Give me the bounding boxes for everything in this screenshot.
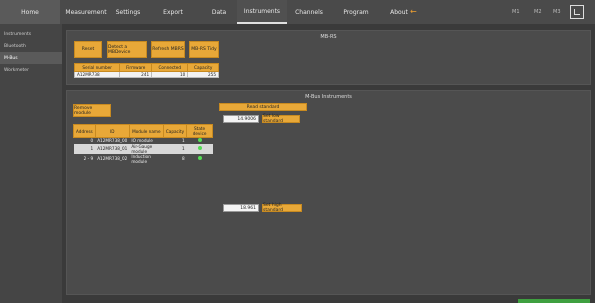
table-row[interactable]: A12MR738 241 10 255 [73, 71, 219, 78]
cell-id: A12MR738_01 [95, 143, 130, 154]
set-low-standard-button[interactable]: Set low standard [262, 114, 300, 124]
tab-settings[interactable]: Settings [110, 0, 146, 24]
low-standard-value: 14.9006 [223, 115, 259, 123]
tab-data[interactable]: Data [205, 0, 233, 24]
col-serial-number: Serial number [73, 63, 121, 72]
col-module-name: Module name [128, 124, 164, 138]
tab-instruments[interactable]: Instruments [237, 0, 287, 24]
state-indicator [186, 153, 213, 164]
col-firmware: Firmware [119, 63, 153, 72]
cell-firmware: 241 [119, 71, 153, 78]
tab-channels[interactable]: Channels [290, 0, 328, 24]
read-standard-button[interactable]: Read standard [219, 103, 307, 111]
remove-module-button[interactable]: Remove module [73, 104, 111, 117]
detect-mbdevice-button[interactable]: Detect a MBDevice [107, 41, 147, 58]
tab-export[interactable]: Export [158, 0, 188, 24]
col-capacity: Capacity [187, 63, 219, 72]
col-state-device: State device [186, 124, 213, 138]
status-dot-icon [197, 146, 202, 150]
high-standard-value: 18.961 [223, 204, 259, 212]
status-dot-icon [197, 138, 202, 143]
reset-button[interactable]: Reset [74, 41, 102, 58]
cell-capacity: 255 [187, 71, 219, 78]
sidebar-item-workmeter[interactable]: Workmeter [0, 64, 62, 76]
home-button[interactable]: Home [0, 0, 60, 24]
col-capacity: Capacity [162, 124, 188, 138]
exit-icon[interactable] [570, 5, 584, 19]
tab-program[interactable]: Program [338, 0, 374, 24]
mbrs-tidy-button[interactable]: MB-RS Tidy [189, 41, 219, 58]
cell-connected: 10 [151, 71, 189, 78]
mode-m3[interactable]: M3 [553, 0, 561, 24]
mbus-instruments-panel: M-Bus Instruments Remove module Read sta… [66, 90, 591, 295]
cell-id: A12MR738_00 [95, 137, 130, 144]
status-dot-icon [197, 156, 202, 160]
state-indicator [186, 143, 213, 154]
tab-measurement[interactable]: Measurement [62, 0, 110, 24]
mode-m1[interactable]: M1 [512, 0, 520, 24]
sidebar-item-bluetooth[interactable]: Bluetooth [0, 40, 62, 52]
table-row[interactable]: 2 - 9 A12MR738_02 Induction module 8 [73, 153, 213, 164]
col-id: ID [94, 124, 130, 138]
sidebar-item-instruments[interactable]: Instruments [0, 28, 62, 40]
cell-id: A12MR738_02 [95, 153, 130, 164]
top-nav-bar: Home Measurement Settings Export Data In… [0, 0, 595, 24]
refresh-mbrs-button[interactable]: Refresh MBRS [151, 41, 185, 58]
cell-capacity: 1 [163, 143, 187, 154]
cell-serial: A12MR738 [73, 71, 121, 78]
mbrs-title: MB-RS [320, 34, 337, 40]
col-connected: Connected [151, 63, 189, 72]
cell-module-name: Air-Gauge module [129, 143, 164, 154]
cell-address: 2 - 9 [73, 153, 96, 164]
mbus-table: Address ID Module name Capacity State de… [73, 124, 213, 164]
col-address: Address [73, 124, 96, 138]
table-row[interactable]: 1 A12MR738_01 Air-Gauge module 1 [73, 143, 213, 154]
mbrs-table: Serial number Firmware Connected Capacit… [73, 63, 219, 78]
status-indicator-bar [518, 299, 590, 303]
mode-m2[interactable]: M2 [534, 0, 542, 24]
sidebar: Instruments Bluetooth M-Bus Workmeter [0, 24, 62, 303]
cell-module-name: Induction module [129, 153, 164, 164]
sidebar-item-mbus[interactable]: M-Bus [0, 52, 62, 64]
cell-address: 1 [73, 143, 96, 154]
cell-capacity: 8 [163, 153, 187, 164]
tab-about[interactable]: About [386, 0, 412, 24]
set-high-standard-button[interactable]: Set high standard [262, 203, 302, 213]
mbus-title: M-Bus Instruments [305, 94, 352, 100]
mbrs-panel: MB-RS Reset Detect a MBDevice Refresh MB… [66, 30, 591, 85]
back-arrow-icon[interactable]: ← [410, 8, 424, 16]
